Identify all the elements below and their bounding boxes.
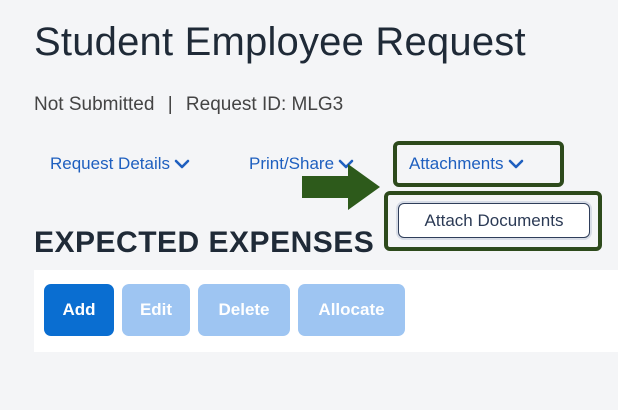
request-details-label: Request Details (50, 154, 171, 173)
expected-expenses-heading: EXPECTED EXPENSES (34, 226, 375, 259)
request-status-line: Not Submitted | Request ID: MLG3 (34, 94, 343, 116)
request-details-menu[interactable]: Request Details (50, 154, 190, 174)
page-title: Student Employee Request (34, 20, 526, 64)
add-button[interactable]: Add (44, 284, 114, 336)
chevron-down-icon (174, 159, 190, 169)
status-text: Not Submitted (34, 94, 155, 115)
edit-button[interactable]: Edit (122, 284, 190, 336)
status-separator: | (167, 94, 173, 115)
request-id: Request ID: MLG3 (185, 94, 344, 115)
pointer-arrow-icon (302, 164, 380, 210)
attach-documents-option[interactable]: Attach Documents (398, 203, 590, 238)
allocate-button[interactable]: Allocate (298, 284, 405, 336)
delete-button[interactable]: Delete (198, 284, 290, 336)
attachments-highlight-box (393, 141, 564, 187)
